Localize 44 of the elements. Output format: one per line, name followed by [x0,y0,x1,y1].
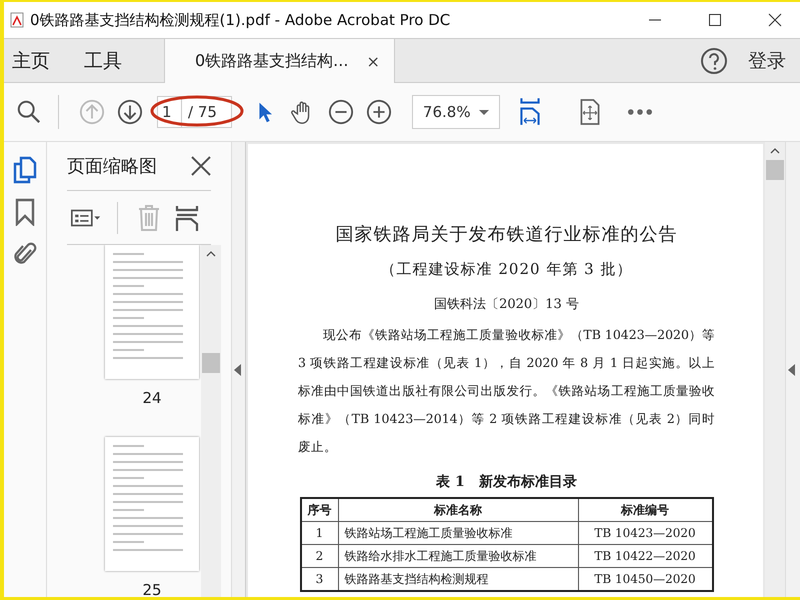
body-paragraph: 现公布《铁路站场工程施工质量验收标准》（TB 10423—2020）等 3 项铁路工程建设标准（见表 1），自 2020 年 8 月 1 日起实施。以上标准由中国铁道出版社有限公司出版发行。《铁路站场工程施工质量验收标准》（TB 10423—2014）等 2 项铁路工程建设标准（见表 2）同时废止。 [298,326,715,456]
scrollbar[interactable] [765,142,785,597]
column-header: 标准名称 [338,498,578,522]
page-number: 24 [142,389,162,407]
maximize-icon[interactable] [708,13,722,27]
more-icon[interactable] [628,108,652,116]
document-number: 国铁科法〔2020〕13 号 [433,296,580,313]
document-title: 国家铁路局关于发布铁道行业标准的公告 [334,223,678,246]
expand-arrow-icon[interactable] [788,364,795,376]
document-subtitle: （工程建设标准 2020 年第 3 批） [380,260,634,279]
panel-title: 页面缩略图 [67,155,157,178]
zoom-out-icon[interactable] [328,99,354,125]
close-icon[interactable] [768,13,782,27]
scroll-up-icon[interactable] [206,251,216,257]
close-tab-icon[interactable]: × [366,52,380,70]
page-number: 25 [142,581,162,597]
table-cell: 铁路给水排水工程施工质量验收标准 [338,544,578,568]
scrollbar-thumb[interactable] [766,160,784,180]
page-move-icon[interactable] [578,97,602,127]
window-title: 0铁路路基支挡结构检测规程(1).pdf - Adobe Acrobat Pro DC [30,10,450,30]
pages-icon[interactable] [13,156,37,184]
table-cell: 1 [300,522,338,544]
scrollbar[interactable] [201,245,221,597]
fit-width-icon[interactable] [518,97,542,127]
nav-tab[interactable]: 工具 [76,39,134,82]
page-thumbnail[interactable] [105,245,199,379]
scroll-up-icon[interactable] [770,148,780,154]
sign-in-link[interactable]: 登录 [748,48,786,74]
pdf-file-icon [10,12,24,28]
arrow-down-icon[interactable] [117,99,143,125]
table-cell: 2 [300,544,338,568]
search-icon[interactable] [16,99,42,125]
table-caption: 表 1 新发布标准目录 [435,473,578,491]
nav-tab[interactable]: 主页 [4,39,62,82]
table-cell: 铁路站场工程施工质量验收标准 [338,522,578,544]
document-tab[interactable]: 0铁路路基支挡结构... × [164,39,395,83]
zoom-dropdown[interactable]: 76.8% [412,95,500,129]
help-icon[interactable] [700,46,728,74]
bookmark-icon[interactable] [13,198,37,226]
zoom-in-icon[interactable] [366,99,392,125]
column-header: 序号 [300,498,338,522]
page-thumbnail[interactable] [105,437,199,571]
scrollbar-thumb[interactable] [202,353,220,373]
close-icon[interactable] [191,156,211,176]
